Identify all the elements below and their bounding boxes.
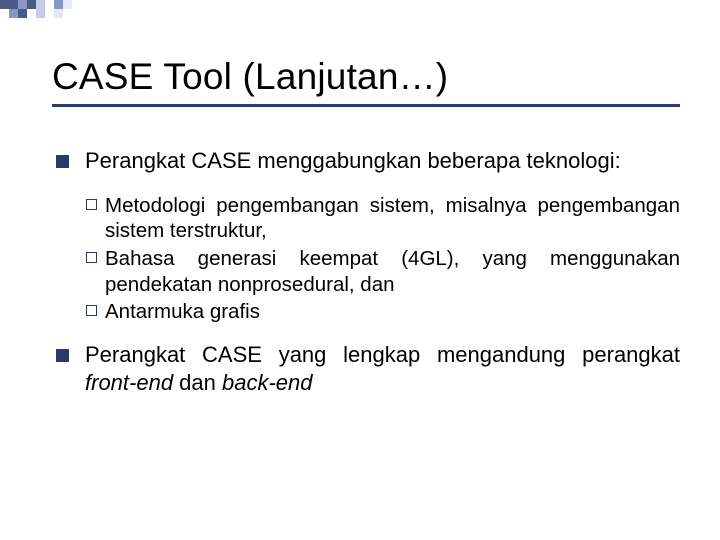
italic-text: back-end	[222, 370, 313, 395]
square-bullet-icon	[56, 155, 69, 168]
sub-bullet-group: Metodologi pengembangan sistem, misalnya…	[86, 193, 680, 325]
hollow-square-bullet-icon	[86, 199, 97, 210]
bullet-level1: Perangkat CASE yang lengkap mengandung p…	[56, 341, 680, 397]
text-span: dan	[173, 370, 222, 395]
hollow-square-bullet-icon	[86, 252, 97, 263]
slide-title: CASE Tool (Lanjutan…)	[52, 56, 680, 98]
square-bullet-icon	[56, 349, 69, 362]
bullet-level2: Antarmuka grafis	[86, 299, 680, 325]
bullet-level1: Perangkat CASE menggabungkan beberapa te…	[56, 147, 680, 175]
slide-content: Perangkat CASE menggabungkan beberapa te…	[52, 147, 680, 398]
slide-container: CASE Tool (Lanjutan…) Perangkat CASE men…	[0, 0, 720, 455]
text-span: Perangkat CASE yang lengkap mengandung p…	[85, 342, 680, 367]
hollow-square-bullet-icon	[86, 305, 97, 316]
sub-bullet-text: Bahasa generasi keempat (4GL), yang meng…	[105, 246, 680, 297]
sub-bullet-text: Antarmuka grafis	[105, 299, 680, 325]
bullet-text: Perangkat CASE menggabungkan beberapa te…	[85, 147, 680, 175]
title-rule	[52, 104, 680, 107]
decorative-squares	[0, 0, 120, 30]
bullet-level2: Metodologi pengembangan sistem, misalnya…	[86, 193, 680, 244]
bullet-text: Perangkat CASE yang lengkap mengandung p…	[85, 341, 680, 397]
italic-text: front-end	[85, 370, 173, 395]
bullet-level2: Bahasa generasi keempat (4GL), yang meng…	[86, 246, 680, 297]
sub-bullet-text: Metodologi pengembangan sistem, misalnya…	[105, 193, 680, 244]
